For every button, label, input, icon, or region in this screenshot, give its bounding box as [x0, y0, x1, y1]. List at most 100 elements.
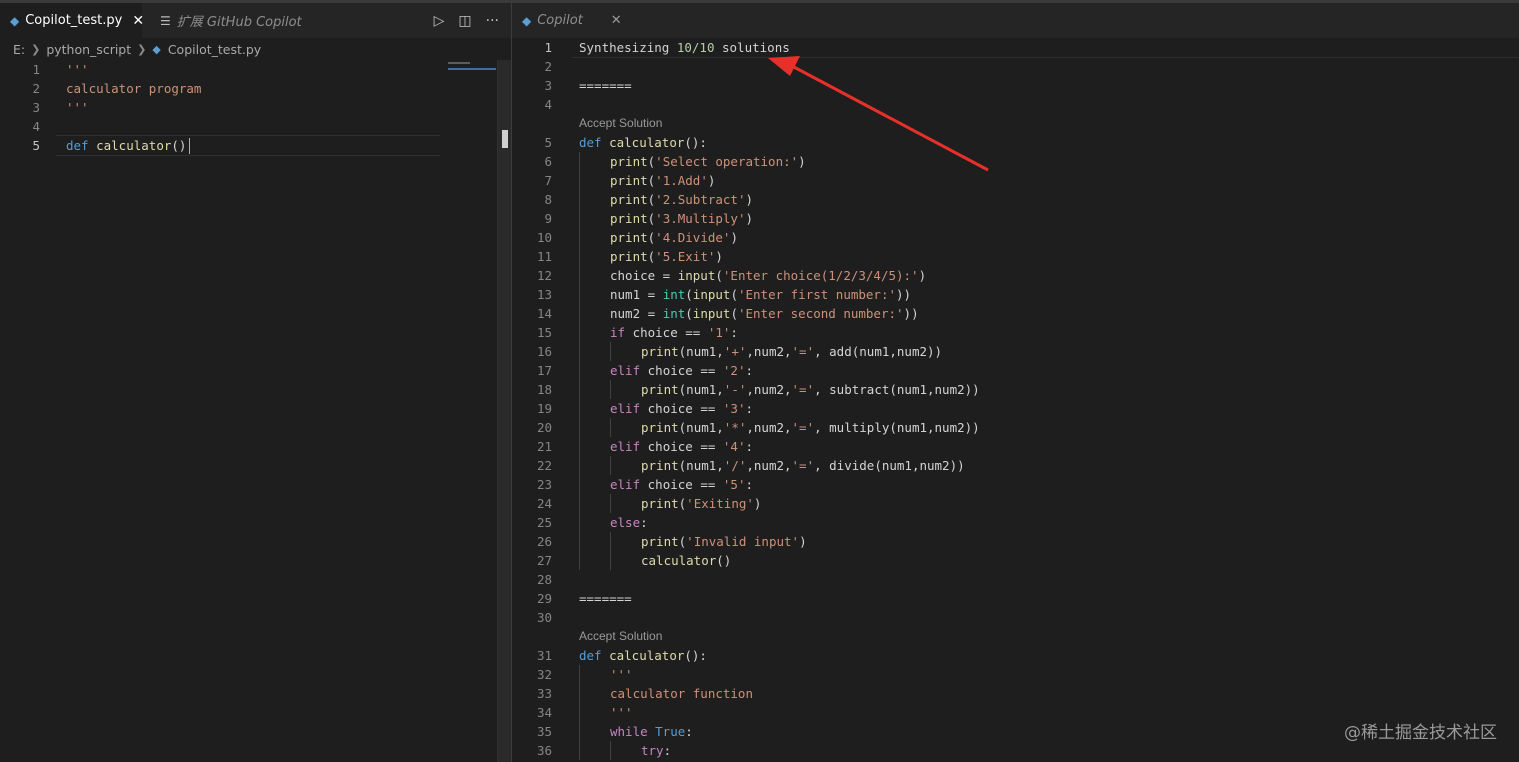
code-text: def calculator():: [579, 646, 707, 665]
editor-actions: ▷ ◫ ···: [434, 3, 499, 38]
code-token: choice ==: [647, 363, 723, 378]
code-token: :: [745, 439, 754, 454]
code-text: print('Exiting'): [641, 494, 761, 513]
code-line: 29 =======: [512, 589, 1519, 608]
code-token: ): [753, 496, 762, 511]
code-token: (num1,: [678, 458, 724, 473]
code-text: num1 = int(input('Enter first number:')): [610, 285, 911, 304]
indent-guide: [579, 475, 580, 494]
indent-guide: [579, 513, 580, 532]
code-token: elif: [610, 401, 648, 416]
run-icon[interactable]: ▷: [434, 13, 445, 29]
code-token: choice =: [610, 268, 678, 283]
code-token: print: [610, 173, 648, 188]
line-number: 9: [544, 211, 552, 226]
code-token: 'Exiting': [686, 496, 754, 511]
close-icon[interactable]: ✕: [611, 13, 622, 28]
code-line: 6 print('Select operation:'): [512, 152, 1519, 171]
right-tab-bar: ◆ Copilot ✕: [512, 3, 1519, 38]
accept-solution-link[interactable]: Accept Solution: [579, 114, 662, 133]
code-text: try:: [641, 741, 671, 760]
code-token: Synthesizing: [579, 40, 677, 55]
indent-guide: [579, 532, 580, 551]
code-token: elif: [610, 439, 648, 454]
code-token: choice ==: [647, 477, 723, 492]
line-number: 29: [536, 591, 552, 606]
line-number: 22: [536, 458, 552, 473]
breadcrumb-file[interactable]: Copilot_test.py: [168, 42, 261, 57]
code-token: ): [707, 173, 716, 188]
code-token: calculator function: [610, 686, 753, 701]
code-line: 20 print(num1,'*',num2,'=', multiply(num1…: [512, 418, 1519, 437]
indent-guide: [579, 456, 580, 475]
more-actions-icon[interactable]: ···: [486, 13, 499, 29]
code-token: True: [655, 724, 686, 739]
code-token: int: [662, 306, 686, 321]
breadcrumb-drive[interactable]: E:: [13, 42, 25, 57]
code-line: 32 ''': [512, 665, 1519, 684]
tab-copilot-test-py[interactable]: ◆ Copilot_test.py ✕: [0, 3, 144, 38]
indent-guide: [579, 171, 580, 190]
indent-guide: [610, 380, 611, 399]
indent-guide: [579, 342, 580, 361]
indent-guide: [579, 323, 580, 342]
code-token: print: [610, 192, 648, 207]
code-token: 'Enter second number:': [737, 306, 904, 321]
breadcrumb-folder[interactable]: python_script: [46, 42, 131, 57]
code-line: 23 elif choice == '5':: [512, 475, 1519, 494]
code-token: :: [745, 401, 754, 416]
minimap[interactable]: [448, 62, 470, 64]
code-token: print: [610, 230, 648, 245]
indent-guide: [579, 665, 580, 684]
code-token: ): [730, 230, 738, 245]
line-number: 21: [536, 439, 552, 454]
code-token: =======: [579, 591, 632, 606]
code-token: ''': [610, 667, 633, 682]
indent-guide: [579, 228, 580, 247]
code-token: (num1,: [678, 420, 724, 435]
code-text: print(num1,'/',num2,'=', divide(num1,num…: [641, 456, 965, 475]
code-token: '3': [722, 401, 746, 416]
code-line: 21 elif choice == '4':: [512, 437, 1519, 456]
code-text: print('Select operation:'): [610, 152, 806, 171]
code-token: , divide(num1,num2)): [814, 458, 965, 473]
code-text: elif choice == '5':: [610, 475, 753, 494]
code-token: input: [677, 268, 716, 283]
code-token: input: [692, 306, 731, 321]
code-line: 14 num2 = int(input('Enter second number:…: [512, 304, 1519, 323]
code-token: ): [715, 249, 723, 264]
minimap-slider[interactable]: [448, 68, 496, 70]
code-text: print(num1,'*',num2,'=', multiply(num1,n…: [641, 418, 980, 437]
code-token: '-': [723, 382, 747, 397]
line-number: 24: [536, 496, 552, 511]
line-number: 5: [32, 138, 40, 153]
tab-copilot[interactable]: ◆ Copilot ✕: [512, 3, 634, 38]
code-text: else:: [610, 513, 648, 532]
close-icon[interactable]: ✕: [132, 13, 144, 29]
code-token: ():: [684, 648, 707, 663]
indent-guide: [579, 209, 580, 228]
code-token: ): [918, 268, 927, 283]
line-number: 16: [536, 344, 552, 359]
accept-solution-link[interactable]: Accept Solution: [579, 627, 662, 646]
split-editor-icon[interactable]: ◫: [458, 13, 471, 29]
line-number: 25: [536, 515, 552, 530]
code-token: elif: [610, 477, 648, 492]
line-number: 15: [536, 325, 552, 340]
vertical-scrollbar[interactable]: [497, 60, 511, 762]
code-token: (num1,: [678, 382, 724, 397]
indent-guide: [579, 494, 580, 513]
code-token: :: [663, 743, 672, 758]
code-line: 2 calculator program: [0, 79, 511, 98]
code-line: 25 else:: [512, 513, 1519, 532]
code-line: 17 elif choice == '2':: [512, 361, 1519, 380]
code-text: if choice == '1':: [610, 323, 738, 342]
code-token: )): [903, 306, 919, 321]
code-text: ''': [66, 98, 89, 117]
code-line: 7 print('1.Add'): [512, 171, 1519, 190]
code-line: 16 print(num1,'+',num2,'=', add(num1,num2…: [512, 342, 1519, 361]
tab-github-copilot-extension[interactable]: ☰ 扩展 GitHub Copilot: [150, 3, 320, 38]
code-line: 3 ''': [0, 98, 511, 117]
code-token: print: [641, 534, 679, 549]
code-token: '=': [791, 382, 815, 397]
